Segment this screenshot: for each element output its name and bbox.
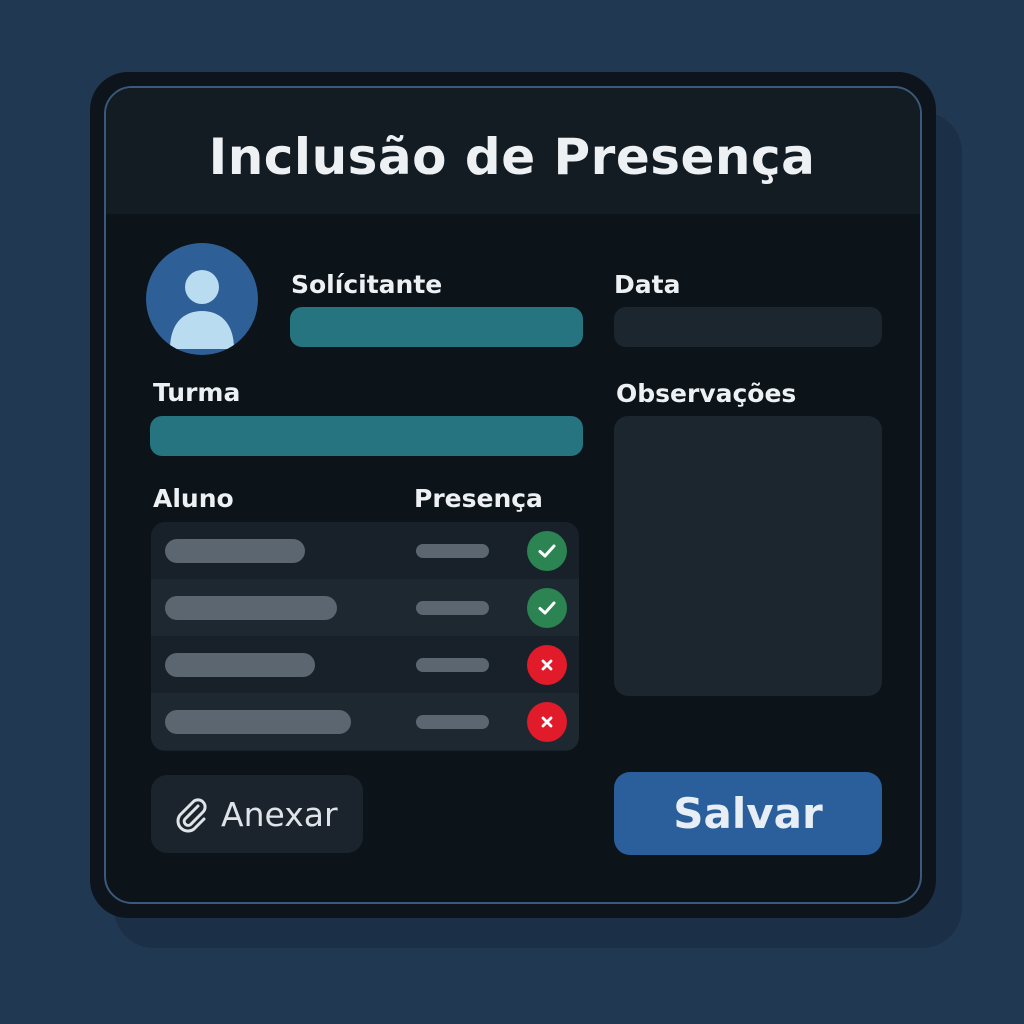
date-field[interactable]	[614, 307, 882, 347]
class-field[interactable]	[150, 416, 583, 456]
check-icon[interactable]	[527, 588, 567, 628]
x-icon[interactable]	[527, 645, 567, 685]
x-icon[interactable]	[527, 702, 567, 742]
page-title: Inclusão de Presença	[208, 128, 816, 186]
table-row	[151, 579, 579, 636]
date-label: Data	[614, 270, 681, 299]
presence-placeholder	[416, 544, 489, 558]
user-icon	[170, 270, 234, 349]
student-name-placeholder	[165, 539, 305, 563]
student-column-header: Aluno	[153, 484, 234, 513]
notes-label: Observações	[616, 379, 797, 408]
avatar[interactable]	[146, 243, 258, 355]
student-name-placeholder	[165, 710, 351, 734]
paperclip-icon	[176, 798, 207, 833]
check-icon[interactable]	[527, 531, 567, 571]
table-row	[151, 693, 579, 750]
class-label: Turma	[153, 378, 241, 407]
requester-label: Solícitante	[291, 270, 443, 299]
presence-placeholder	[416, 601, 489, 615]
table-row	[151, 636, 579, 693]
requester-field[interactable]	[290, 307, 583, 347]
attach-button-label: Anexar	[221, 794, 338, 834]
save-button-label: Salvar	[673, 789, 823, 838]
presence-placeholder	[416, 715, 489, 729]
student-name-placeholder	[165, 596, 337, 620]
table-row	[151, 522, 579, 579]
attach-button[interactable]: Anexar	[151, 775, 363, 853]
notes-textarea[interactable]	[614, 416, 882, 696]
presence-column-header: Presença	[414, 484, 543, 513]
presence-placeholder	[416, 658, 489, 672]
save-button[interactable]: Salvar	[614, 772, 882, 855]
student-name-placeholder	[165, 653, 315, 677]
attendance-table	[151, 522, 579, 751]
